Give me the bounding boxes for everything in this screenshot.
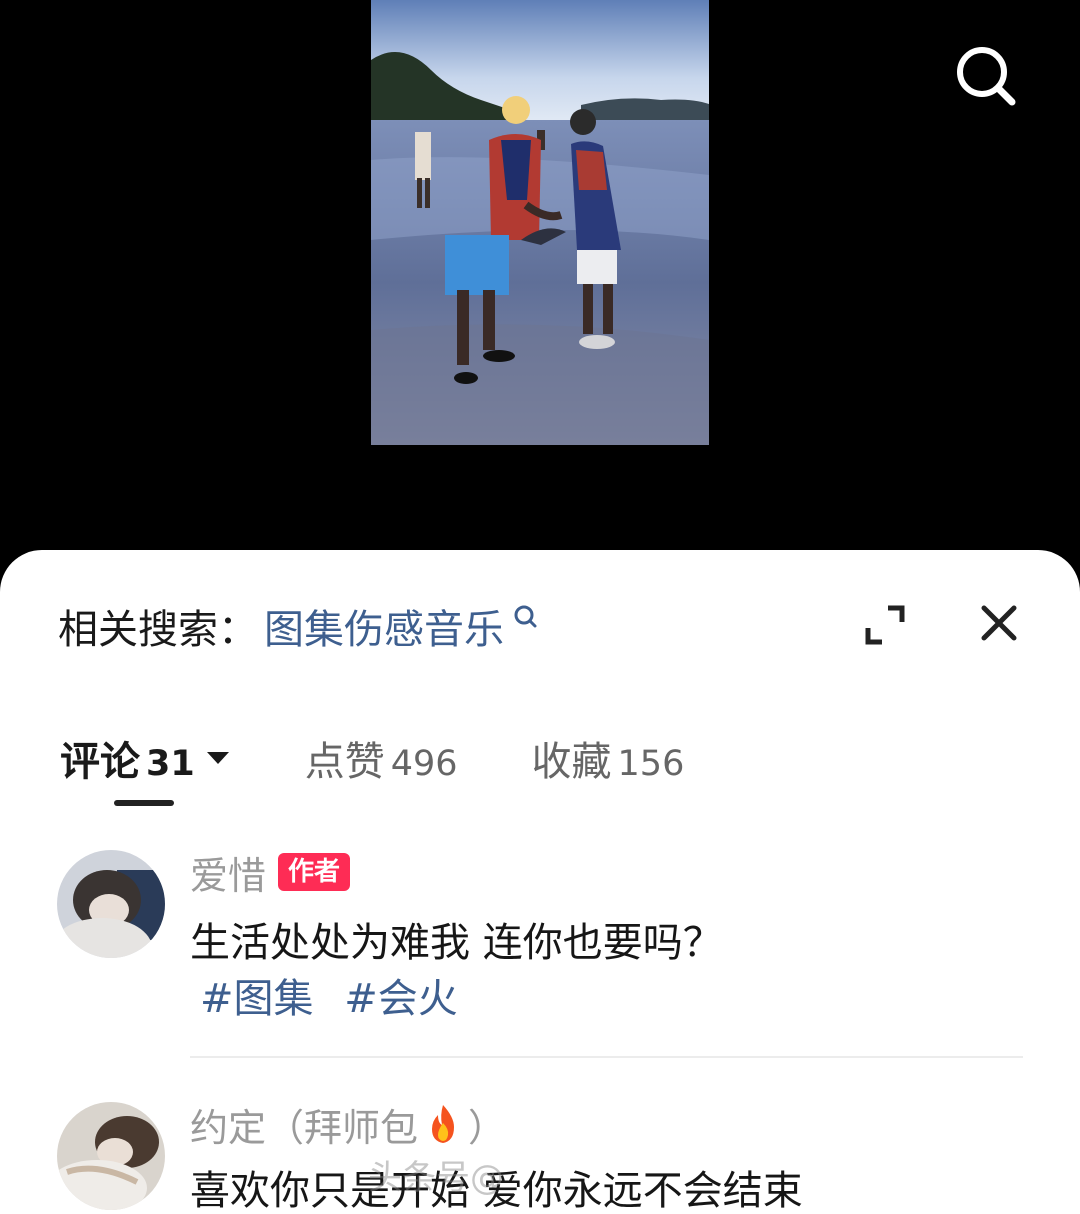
- author-note-close: ）: [468, 1105, 507, 1150]
- comment-text: 生活处处为难我 连你也要吗？: [190, 920, 723, 966]
- expand-button[interactable]: [862, 602, 908, 648]
- close-button[interactable]: [978, 602, 1020, 644]
- tab-favorites-count: 156: [617, 744, 685, 784]
- tab-comments[interactable]: 评论 31: [60, 729, 231, 787]
- avatar-image: [57, 1102, 165, 1210]
- tab-favorites-label: 收藏: [531, 739, 612, 785]
- close-icon: [981, 605, 1017, 641]
- comment-hashtags: #图集 #会火: [200, 966, 476, 1024]
- beach-photo-illustration: [371, 0, 709, 445]
- avatar[interactable]: [57, 850, 165, 958]
- fire-icon: [432, 1105, 455, 1143]
- comment-author-name[interactable]: 约定: [190, 1097, 266, 1152]
- caret-down-icon[interactable]: [205, 750, 231, 766]
- tab-comments-count: 31: [146, 744, 195, 784]
- media-viewer: [0, 0, 1080, 560]
- search-icon[interactable]: [514, 605, 538, 631]
- related-search-label: 相关搜索：: [58, 607, 258, 653]
- tab-likes-count: 496: [390, 744, 458, 784]
- tab-likes[interactable]: 点赞 496: [305, 729, 458, 787]
- hashtag-link[interactable]: #图集: [200, 976, 314, 1022]
- author-note-open: （拜师包: [266, 1105, 419, 1150]
- search-icon: [957, 47, 1016, 106]
- search-button[interactable]: [950, 40, 1020, 110]
- comments-sheet: 相关搜索： 图集伤感音乐 评论 31 点赞 496 收藏 156 爱惜 作者 生…: [0, 550, 1080, 1214]
- tab-favorites[interactable]: 收藏 156: [532, 729, 685, 787]
- avatar[interactable]: [57, 1102, 165, 1210]
- related-search-term[interactable]: 图集伤感音乐: [264, 597, 504, 655]
- comment-author-name[interactable]: 爱惜: [190, 845, 266, 900]
- avatar-image: [57, 850, 165, 958]
- tab-comments-label: 评论: [60, 739, 140, 785]
- watermark: 头条号@: [368, 1158, 504, 1198]
- comment-divider: [190, 1056, 1023, 1058]
- comment-author-row: 爱惜 作者: [190, 850, 351, 898]
- related-search: 相关搜索： 图集伤感音乐: [58, 598, 538, 654]
- tab-bar: 评论 31 点赞 496 收藏 156: [60, 726, 758, 790]
- author-badge: 作者: [278, 853, 351, 891]
- hashtag-link[interactable]: #会火: [344, 976, 458, 1022]
- tab-likes-label: 点赞: [304, 739, 385, 785]
- comment-author-row: 约定 （拜师包 ）: [190, 1102, 506, 1150]
- active-tab-indicator: [114, 800, 174, 806]
- beach-photo[interactable]: [371, 0, 709, 445]
- expand-icon: [865, 605, 905, 645]
